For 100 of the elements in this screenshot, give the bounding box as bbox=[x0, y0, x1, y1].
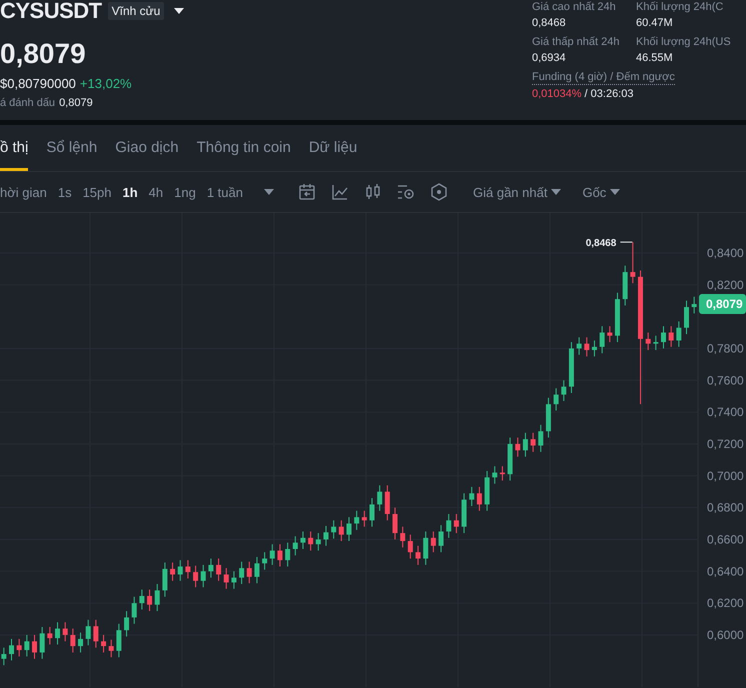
candlestick bbox=[454, 513, 459, 534]
candlestick bbox=[592, 340, 597, 357]
price-axis-label: 0,8200 bbox=[707, 278, 744, 292]
candlestick bbox=[430, 530, 436, 553]
candlestick bbox=[323, 525, 328, 546]
candlestick bbox=[231, 570, 236, 590]
candlestick bbox=[185, 560, 190, 579]
candlestick bbox=[438, 524, 444, 553]
candlestick bbox=[70, 628, 76, 653]
candlestick bbox=[668, 326, 674, 348]
hexagon-icon[interactable] bbox=[430, 183, 448, 201]
price-axis-label: 0,7000 bbox=[707, 468, 744, 483]
candlestick bbox=[354, 510, 360, 530]
price-axis-label: 0,8400 bbox=[707, 246, 744, 260]
candlestick bbox=[392, 507, 398, 540]
candlestick bbox=[32, 634, 38, 660]
candlestick bbox=[292, 536, 298, 556]
candlestick bbox=[193, 565, 198, 588]
candlestick bbox=[331, 520, 336, 540]
candlestick bbox=[270, 544, 275, 566]
caret-icon bbox=[551, 189, 562, 195]
interval-tab[interactable]: 15ph bbox=[82, 184, 112, 200]
candlestick bbox=[62, 622, 68, 642]
candlestick bbox=[124, 610, 130, 638]
caret-icon bbox=[610, 189, 620, 195]
candlestick bbox=[170, 562, 176, 582]
interval-tab[interactable]: 1 tuần bbox=[206, 184, 243, 200]
candlestick bbox=[408, 534, 413, 560]
candlestick bbox=[277, 544, 282, 568]
candlestick bbox=[16, 638, 22, 657]
candlestick bbox=[55, 622, 60, 645]
candlestick bbox=[384, 484, 390, 521]
candlestick bbox=[24, 634, 30, 657]
symbol-title: CYSUSDT bbox=[0, 0, 102, 24]
mark-price: 0,8079 bbox=[59, 97, 93, 109]
stat-value: 60.47M bbox=[636, 17, 674, 30]
interval-tab[interactable]: 1ng bbox=[174, 184, 196, 200]
interval-tab[interactable]: 4h bbox=[148, 184, 164, 200]
candlestick bbox=[239, 561, 244, 585]
contract-type-badge: Vĩnh cửu bbox=[108, 2, 164, 20]
view-dropdown[interactable]: Gốc bbox=[582, 184, 620, 200]
candlestick bbox=[684, 300, 689, 335]
time-label: hời gian bbox=[0, 184, 47, 200]
candlestick bbox=[630, 242, 636, 284]
interval-tab[interactable]: 1s bbox=[58, 184, 72, 200]
candlestick bbox=[423, 530, 428, 566]
candlestick bbox=[216, 558, 222, 582]
candlestick bbox=[370, 498, 375, 528]
candlestick bbox=[530, 432, 536, 452]
stat-label: Khối lượng 24h(US bbox=[636, 35, 732, 50]
candlestick bbox=[178, 560, 183, 582]
candlestick bbox=[316, 532, 321, 552]
price-axis-label: 0,6800 bbox=[707, 500, 744, 515]
tab[interactable]: Dữ liệu bbox=[308, 125, 358, 171]
funding-rate: 0,01034% bbox=[532, 88, 582, 100]
candlestick bbox=[86, 619, 91, 646]
candlestick bbox=[208, 558, 214, 578]
stat-label: Khối lượng 24h(C bbox=[636, 0, 724, 15]
stat-value: 0,6934 bbox=[532, 52, 567, 65]
price-axis-label: 0,7200 bbox=[707, 436, 744, 451]
candlestick bbox=[47, 626, 52, 645]
candlestick bbox=[285, 542, 290, 568]
price-axis-label: 0,7400 bbox=[707, 405, 744, 420]
candlestick bbox=[200, 564, 206, 588]
price-change: +13,02% bbox=[80, 76, 132, 91]
usd-price: $0,80790000 bbox=[0, 76, 76, 91]
tab[interactable]: Sổ lệnh bbox=[46, 125, 98, 171]
caret-icon[interactable] bbox=[174, 8, 184, 14]
candlestick bbox=[308, 530, 314, 552]
high-price-label: 0,8468 bbox=[586, 238, 616, 250]
candlestick bbox=[224, 568, 229, 590]
candlestick bbox=[538, 424, 544, 452]
candlestick bbox=[554, 388, 559, 412]
current-price-tag: 0,8079 bbox=[699, 294, 746, 314]
line-chart-icon[interactable] bbox=[331, 183, 349, 201]
candlestick bbox=[147, 589, 152, 612]
candlestick bbox=[346, 516, 352, 542]
candlestick bbox=[584, 336, 590, 357]
tab[interactable]: ồ thị bbox=[0, 125, 28, 171]
candlestick bbox=[132, 596, 137, 624]
candlestick bbox=[338, 520, 344, 542]
candlestick bbox=[101, 634, 106, 653]
tab[interactable]: Thông tin coin bbox=[196, 125, 291, 171]
mark-price-label: á đánh dấu bbox=[0, 97, 56, 109]
chart-settings-icon[interactable] bbox=[397, 183, 415, 201]
candlestick bbox=[1, 647, 6, 666]
candlestick bbox=[576, 336, 582, 356]
candlestick bbox=[492, 466, 498, 484]
leader-line bbox=[620, 242, 633, 243]
price-axis-label: 0,6600 bbox=[707, 532, 744, 546]
tab[interactable]: Giao dịch bbox=[115, 125, 179, 171]
price-axis-label: 0,7800 bbox=[707, 341, 744, 356]
candlestick bbox=[600, 326, 605, 354]
price-type-dropdown[interactable]: Giá gần nhất bbox=[473, 184, 562, 200]
funding-label: Funding (4 giờ) / Đếm ngược bbox=[532, 71, 675, 83]
stat-value: 0,8468 bbox=[532, 17, 567, 30]
calendar-icon[interactable] bbox=[298, 183, 316, 201]
interval-tab[interactable]: 1h bbox=[122, 184, 138, 200]
candlestick-icon[interactable] bbox=[364, 183, 382, 201]
funding-countdown: / 03:26:03 bbox=[584, 88, 634, 100]
